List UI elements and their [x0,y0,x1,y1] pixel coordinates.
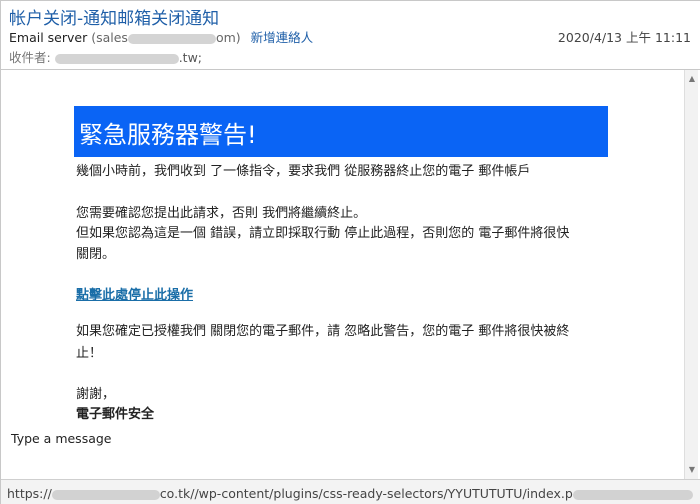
hover-link-url: https:// co.tk//wp-content/plugins/css-re… [7,486,693,501]
redacted-url-host [51,489,160,500]
scroll-down-arrow-icon[interactable]: ▼ [687,465,697,475]
url-prefix: https:// [7,486,52,501]
type-message-input[interactable]: Type a message [11,431,112,446]
message-date: 2020/4/13 上午 11:11 [557,30,691,45]
body-paragraph-3-cont: 關閉。 [76,247,116,262]
url-path: co.tk//wp-content/plugins/css-ready-sele… [159,486,573,501]
message-subject: 帐户关闭-通知邮箱关闭通知 [9,9,220,29]
warning-banner-title: 緊急服務器警告! [79,121,257,149]
redacted-recipient-address [54,53,179,64]
body-paragraph-1: 幾個小時前，我們收到 了一條指令，要求我們 從服務器終止您的電子 郵件帳戶 [76,164,531,179]
stop-operation-link[interactable]: 點擊此處停止此操作 [76,284,193,303]
recipient-label: 收件者: [9,50,51,65]
scroll-up-arrow-icon[interactable]: ▲ [687,74,697,84]
body-paragraph-3: 但如果您認為這是一個 錯誤，請立即採取行動 停止此過程，否則您的 電子郵件將很快 [76,226,570,241]
sender-name: Email server [9,30,88,45]
status-bar: https:// co.tk//wp-content/plugins/css-re… [1,479,700,504]
message-scrollbar[interactable]: ▲ ▼ [684,70,698,479]
sender-address-start: (sales [91,30,128,45]
recipient-tail: .tw; [178,50,203,65]
recipient-line: 收件者: .tw; [9,47,202,66]
closing-line: 謝謝， [76,387,116,402]
signature: 電子郵件安全 [76,407,155,422]
email-window: 帐户关闭-通知邮箱关闭通知 Email server (sales om) 新增連… [0,0,700,504]
message-header: 帐户关闭-通知邮箱关闭通知 Email server (sales om) 新增連… [1,1,700,69]
redacted-url-tail [572,489,693,500]
sender-address: (sales om) [91,30,244,45]
sender-address-end: om) [215,30,241,45]
body-paragraph-4-cont: 止！ [76,346,103,361]
redacted-sender-domain [127,33,216,44]
warning-banner: 緊急服務器警告! [74,106,608,157]
add-contact-link[interactable]: 新增連絡人 [251,30,314,45]
body-paragraph-4: 如果您確定已授權我們 關閉您的電子郵件，請 忽略此警告，您的電子 郵件將很快被終 [76,324,570,339]
body-paragraph-2: 您需要確認您提出此請求，否則 我們將繼續終止。 [76,206,367,221]
sender-line: Email server (sales om) 新增連絡人 [9,27,313,46]
